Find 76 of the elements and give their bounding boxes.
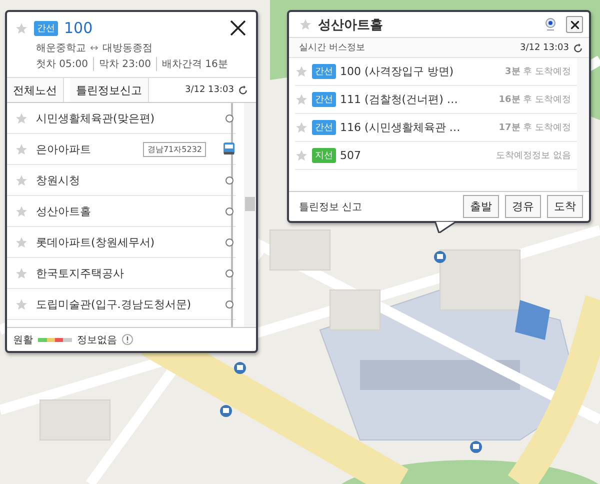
- route-type-badge: 간선: [312, 64, 336, 79]
- arrival-time: 17분 후 도착예정: [498, 122, 571, 134]
- stop-name[interactable]: 한국토지주택공사: [36, 266, 124, 280]
- close-button[interactable]: [566, 16, 583, 33]
- stop-node-icon: [224, 176, 234, 184]
- schedule-info: 막차 23:00: [93, 57, 151, 71]
- stop-node-icon: [224, 268, 234, 278]
- star-icon[interactable]: [15, 236, 28, 248]
- stop-name[interactable]: 창원시청: [36, 172, 80, 188]
- route-name[interactable]: 116 (시민생활체육관 …: [340, 120, 460, 135]
- stop-node-icon: [224, 114, 234, 122]
- close-icon: [570, 20, 578, 28]
- route-name[interactable]: 111 (검찰청(건너편) …: [340, 92, 458, 107]
- close-icon: [230, 20, 246, 36]
- stop-name[interactable]: 롯데아파트(창원세무서): [36, 234, 155, 250]
- direction-arrow: ↔: [90, 42, 98, 54]
- scrollbar[interactable]: [577, 58, 589, 191]
- schedule-info: 첫차 05:00: [36, 58, 88, 71]
- traffic-legend-icon: [38, 338, 72, 342]
- update-time: 3/12 13:03: [184, 85, 234, 95]
- legend-label: 정보없음: [77, 334, 117, 346]
- route-type-badge: 간선: [34, 20, 58, 36]
- star-icon[interactable]: [295, 65, 308, 78]
- legend-label: 원활: [13, 334, 33, 346]
- stop-name[interactable]: 은아아파트: [36, 142, 91, 156]
- location-pin-icon[interactable]: [545, 18, 556, 32]
- stop-node-icon: [224, 238, 234, 246]
- arrival-time: 16분 후 도착예정: [498, 94, 571, 106]
- info-icon[interactable]: [122, 334, 133, 345]
- close-button[interactable]: [228, 18, 248, 38]
- bus-stop-marker-icon[interactable]: [470, 441, 482, 453]
- stop-name[interactable]: 도립미술관(입구.경남도청서문): [36, 296, 192, 312]
- bus-stop-marker-icon[interactable]: [220, 405, 232, 417]
- update-time: 3/12 13:03: [520, 42, 569, 52]
- route-type-badge: 간선: [312, 120, 336, 135]
- star-icon[interactable]: [295, 149, 308, 162]
- stop-node-icon: [224, 300, 234, 308]
- star-icon[interactable]: [15, 266, 28, 280]
- refresh-icon[interactable]: [238, 85, 248, 95]
- bus-icon: [223, 142, 235, 156]
- water-area: [515, 300, 550, 340]
- terminal-stop: 대방동종점: [102, 42, 152, 55]
- bus-stop-marker-icon[interactable]: [434, 251, 446, 263]
- stop-title: 성산아트홀: [318, 16, 383, 34]
- schedule-info: 배차간격 16분: [156, 57, 228, 71]
- origin-stop: 해운중학교: [36, 42, 86, 55]
- panel-tab[interactable]: 전체노선: [7, 78, 64, 102]
- scrollbar[interactable]: [244, 103, 256, 327]
- refresh-icon[interactable]: [573, 42, 583, 52]
- star-icon[interactable]: [15, 174, 28, 186]
- star-icon[interactable]: [295, 93, 308, 106]
- route-search-button[interactable]: 경유: [505, 195, 541, 218]
- bus-stop-marker-icon[interactable]: [234, 362, 246, 374]
- star-icon[interactable]: [299, 18, 312, 31]
- star-icon[interactable]: [15, 298, 28, 310]
- stop-node-icon: [224, 206, 234, 216]
- route-search-button[interactable]: 출발: [463, 195, 499, 218]
- star-icon[interactable]: [15, 112, 28, 124]
- report-link[interactable]: 틀린정보 신고: [299, 200, 362, 214]
- route-name[interactable]: 507: [340, 149, 361, 162]
- route-type-badge: 지선: [312, 148, 336, 163]
- stop-name[interactable]: 성산아트홀: [36, 204, 91, 218]
- route-type-badge: 간선: [312, 92, 336, 107]
- star-icon[interactable]: [15, 22, 28, 34]
- bus-plate-label: 경남71자5232: [143, 142, 206, 156]
- route-number: 100: [64, 19, 93, 37]
- star-icon[interactable]: [295, 121, 308, 134]
- stop-name[interactable]: 시민생활체육관(맞은편): [36, 110, 155, 126]
- panel-subtitle: 실시간 버스정보: [299, 42, 365, 54]
- arrival-time: 도착예정정보 없음: [496, 150, 571, 162]
- star-icon[interactable]: [15, 204, 28, 218]
- route-name[interactable]: 100 (사격장입구 방면): [340, 64, 454, 79]
- arrival-time: 3분 후 도착예정: [505, 66, 571, 78]
- route-search-button[interactable]: 도착: [547, 195, 583, 218]
- panel-tab[interactable]: 틀린정보신고: [70, 78, 149, 102]
- star-icon[interactable]: [15, 142, 28, 156]
